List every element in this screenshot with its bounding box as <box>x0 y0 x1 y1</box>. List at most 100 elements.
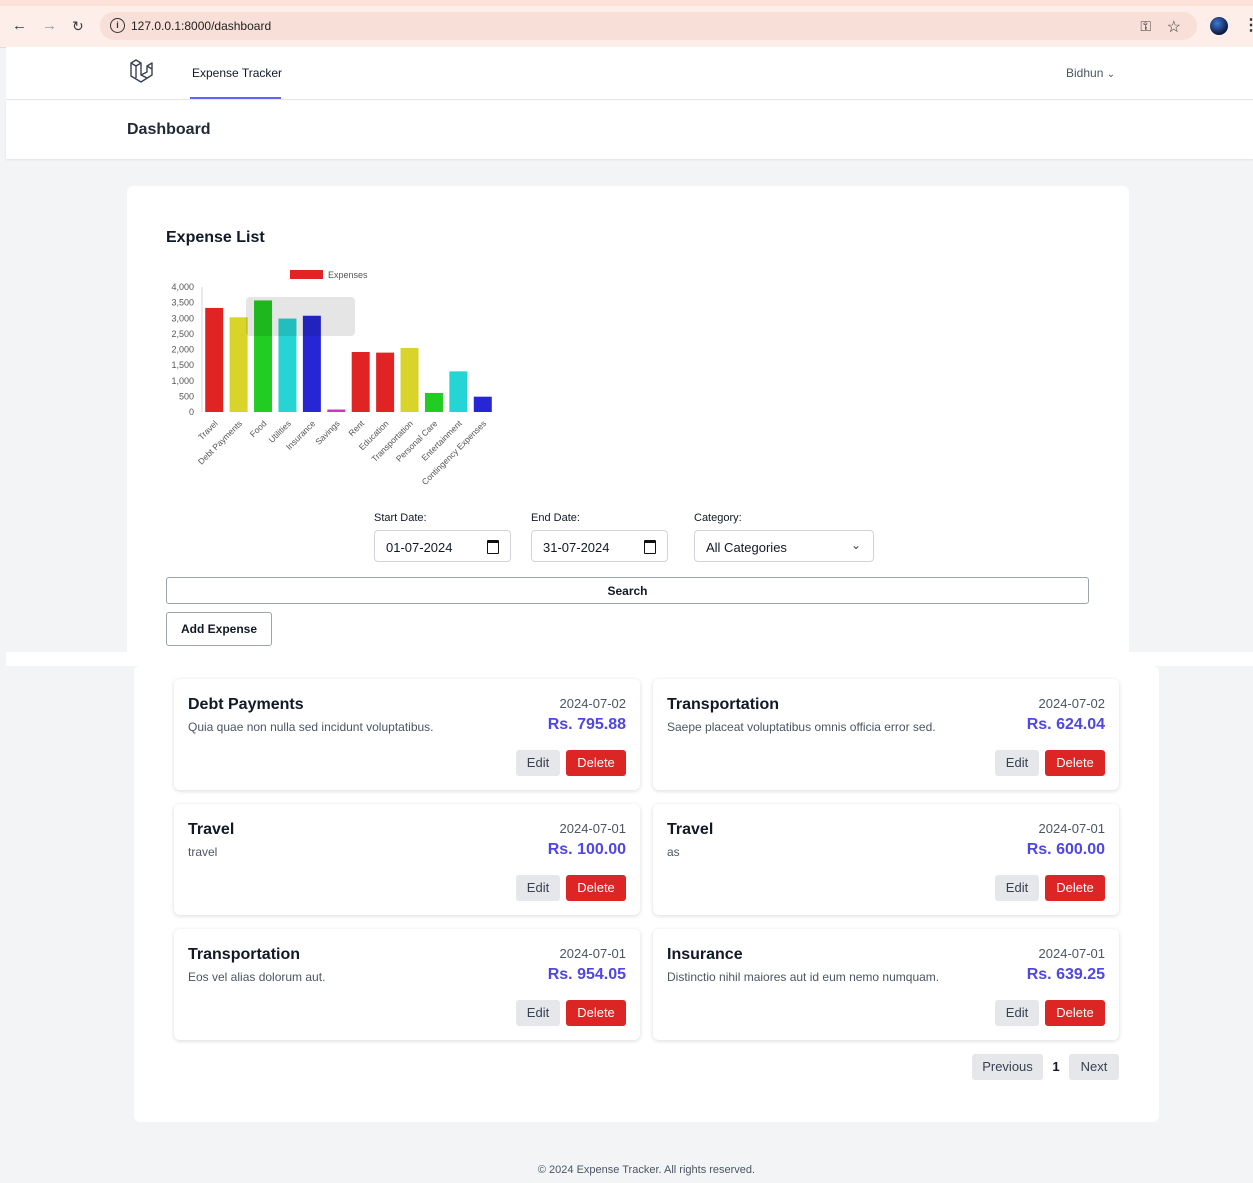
expense-card: Transportation Saepe placeat voluptatibus… <box>653 679 1119 790</box>
expense-date: 2024-07-01 <box>559 946 627 961</box>
url-text[interactable]: 127.0.0.1:8000/dashboard <box>131 19 271 33</box>
user-menu[interactable]: Bidhun ⌄ <box>1066 66 1115 80</box>
x-tick-label: Food <box>248 418 269 439</box>
category-label: Category: <box>694 512 742 524</box>
site-info-icon[interactable]: i <box>110 18 125 33</box>
bar-rent <box>351 352 370 412</box>
expense-date: 2024-07-01 <box>1038 821 1106 836</box>
end-date-input[interactable]: 31-07-2024 <box>531 530 668 562</box>
bar-contingency-expenses <box>473 396 492 412</box>
y-tick-label: 500 <box>179 391 194 401</box>
delete-button[interactable]: Delete <box>1045 875 1105 901</box>
bar-transportation <box>400 347 419 412</box>
y-tick-label: 2,000 <box>171 345 194 355</box>
delete-button[interactable]: Delete <box>1045 750 1105 776</box>
edit-button[interactable]: Edit <box>995 875 1039 901</box>
edit-button[interactable]: Edit <box>995 1000 1039 1026</box>
y-tick-label: 1,500 <box>171 360 194 370</box>
legend-label: Expenses <box>328 270 368 280</box>
pagination-next[interactable]: Next <box>1069 1054 1119 1080</box>
x-tick-label: Rent <box>346 418 366 438</box>
edit-button[interactable]: Edit <box>516 750 560 776</box>
chart-tooltip <box>246 297 355 336</box>
expense-category: Insurance <box>667 946 743 963</box>
expense-card: Travel travel 2024-07-01 Rs. 100.00 Edit Dele… <box>174 804 640 915</box>
x-tick-label: Savings <box>313 418 341 446</box>
end-date-label: End Date: <box>531 512 580 524</box>
add-expense-button[interactable]: Add Expense <box>166 612 272 646</box>
y-tick-label: 3,500 <box>171 298 194 308</box>
start-date-input[interactable]: 01-07-2024 <box>374 530 511 562</box>
expense-card: Insurance Distinctio nihil maiores aut id… <box>653 929 1119 1040</box>
y-tick-label: 1,000 <box>171 376 194 386</box>
chevron-down-icon[interactable]: ⌄ <box>851 538 861 552</box>
nav-link-expense-tracker[interactable]: Expense Tracker <box>192 66 282 80</box>
expense-description: travel <box>188 845 218 859</box>
pagination-previous[interactable]: Previous <box>972 1054 1043 1080</box>
bar-entertainment <box>449 371 468 412</box>
expense-amount: Rs. 600.00 <box>1026 841 1105 858</box>
bar-savings <box>327 409 346 412</box>
expense-category: Transportation <box>667 696 780 713</box>
expense-amount: Rs. 100.00 <box>547 841 626 858</box>
delete-button[interactable]: Delete <box>566 875 626 901</box>
start-date-label: Start Date: <box>374 512 427 524</box>
footer-copyright: © 2024 Expense Tracker. All rights reser… <box>537 1164 756 1176</box>
laravel-logo-icon[interactable] <box>128 57 156 85</box>
expense-description: Quia quae non nulla sed incidunt volupta… <box>188 720 434 734</box>
expense-amount: Rs. 795.88 <box>547 716 626 733</box>
expense-description: as <box>667 845 680 859</box>
category-select-value[interactable]: All Categories <box>706 540 787 555</box>
expense-date: 2024-07-01 <box>1038 946 1106 961</box>
app-navbar: Expense Tracker Bidhun ⌄ <box>6 47 1253 100</box>
active-nav-underline <box>190 97 281 99</box>
y-tick-label: 0 <box>189 407 194 417</box>
expense-date: 2024-07-01 <box>559 821 627 836</box>
address-bar[interactable]: i 127.0.0.1:8000/dashboard ⚿ ☆ <box>100 12 1197 40</box>
end-date-value[interactable]: 31-07-2024 <box>543 540 610 555</box>
bar-travel <box>205 307 224 412</box>
x-tick-label: Debt Payments <box>196 418 244 466</box>
bar-personal-care <box>424 392 443 412</box>
bar-education <box>376 352 395 412</box>
edit-button[interactable]: Edit <box>516 1000 560 1026</box>
y-tick-label: 3,000 <box>171 313 194 323</box>
forward-icon[interactable]: → <box>42 18 57 34</box>
password-key-icon[interactable]: ⚿ <box>1140 18 1151 35</box>
back-icon[interactable]: ← <box>12 18 27 34</box>
bookmark-star-icon[interactable]: ☆ <box>1167 17 1181 37</box>
search-button[interactable]: Search <box>166 577 1089 604</box>
delete-button[interactable]: Delete <box>566 1000 626 1026</box>
page-title: Dashboard <box>127 121 211 138</box>
expense-description: Saepe placeat voluptatibus omnis officia… <box>667 720 936 734</box>
legend-swatch <box>290 270 323 279</box>
expense-card: Debt Payments Quia quae non nulla sed inc… <box>174 679 640 790</box>
edit-button[interactable]: Edit <box>995 750 1039 776</box>
edit-button[interactable]: Edit <box>516 875 560 901</box>
delete-button[interactable]: Delete <box>566 750 626 776</box>
start-date-value[interactable]: 01-07-2024 <box>386 540 453 555</box>
expense-description: Eos vel alias dolorum aut. <box>188 970 326 984</box>
user-name[interactable]: Bidhun <box>1066 66 1103 80</box>
y-tick-label: 2,500 <box>171 329 194 339</box>
expense-amount: Rs. 954.05 <box>547 966 626 983</box>
expense-amount: Rs. 624.04 <box>1026 716 1105 733</box>
expense-category: Travel <box>188 821 235 838</box>
chevron-down-icon: ⌄ <box>1106 69 1116 80</box>
expense-category: Transportation <box>188 946 301 963</box>
profile-avatar-icon[interactable] <box>1210 17 1228 35</box>
reload-icon[interactable]: ↻ <box>72 18 84 34</box>
delete-button[interactable]: Delete <box>1045 1000 1105 1026</box>
expense-category: Debt Payments <box>188 696 304 713</box>
calendar-icon[interactable] <box>644 540 656 554</box>
pagination-current-page: 1 <box>1052 1059 1060 1074</box>
expense-date: 2024-07-02 <box>1038 696 1106 711</box>
expense-amount: Rs. 639.25 <box>1026 966 1105 983</box>
expense-card: Transportation Eos vel alias dolorum aut.… <box>174 929 640 1040</box>
category-select[interactable]: All Categories ⌄ <box>694 530 874 562</box>
browser-menu-icon[interactable]: ⋮ <box>1243 15 1253 35</box>
page-header: Dashboard <box>6 100 1253 159</box>
expense-description: Distinctio nihil maiores aut id eum nemo… <box>667 970 940 984</box>
browser-toolbar: ← → ↻ i 127.0.0.1:8000/dashboard ⚿ ☆ ⋮ <box>0 6 1253 48</box>
calendar-icon[interactable] <box>487 540 499 554</box>
